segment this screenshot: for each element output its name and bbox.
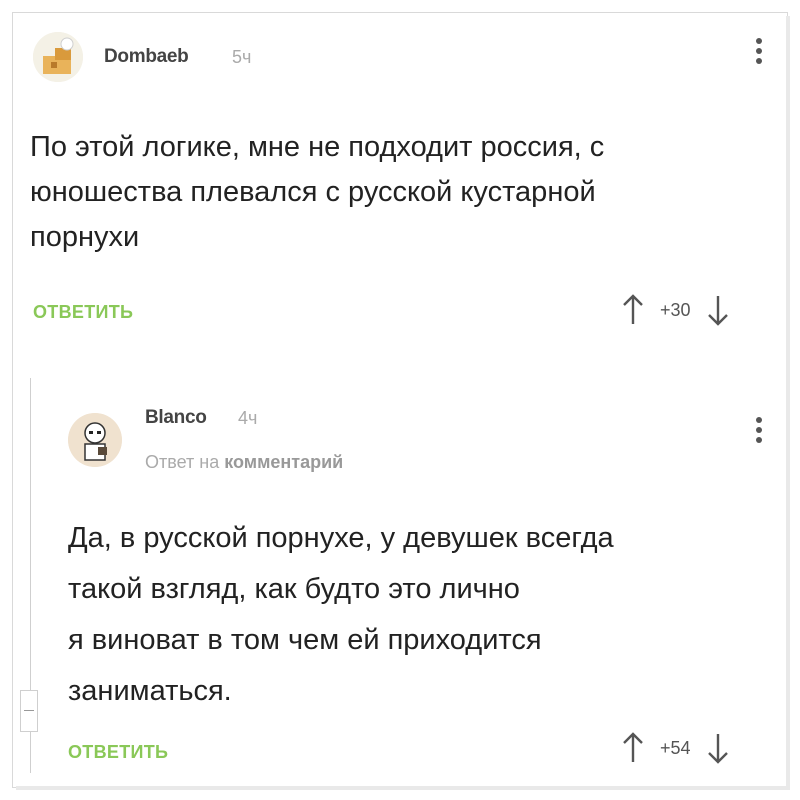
more-options-icon[interactable] — [756, 38, 764, 68]
comment-line: порнухи — [30, 221, 140, 253]
avatar[interactable] — [33, 32, 83, 82]
comment-author[interactable]: Blanco — [145, 407, 207, 429]
comment-time: 5ч — [232, 47, 252, 67]
downvote-arrow-icon[interactable] — [707, 732, 729, 764]
comment-line: такой взгляд, как будто это лично — [68, 573, 520, 605]
score: +54 — [660, 737, 691, 758]
comment-body: Да, в русской порнухе, у девушек всегда … — [68, 513, 778, 717]
collapse-thread-button[interactable] — [20, 690, 38, 732]
comment-author[interactable]: Dombaeb — [104, 46, 189, 68]
card-shadow-bottom — [16, 786, 790, 790]
score: +30 — [660, 299, 691, 320]
reply-button[interactable]: ОТВЕТИТЬ — [68, 742, 168, 763]
reply-to-link[interactable]: комментарий — [224, 452, 343, 472]
reply-to-label: Ответ на комментарий — [145, 452, 343, 473]
comment-line: По этой логике, мне не подходит россия, … — [30, 131, 605, 163]
card-shadow-right — [786, 16, 790, 790]
downvote-arrow-icon[interactable] — [707, 294, 729, 326]
more-options-icon[interactable] — [756, 417, 764, 447]
comment-line: юношества плевался с русской кустарной — [30, 176, 596, 208]
comment-line: я виноват в том чем ей приходится — [68, 624, 542, 656]
vote-controls: +54 — [622, 732, 729, 764]
avatar[interactable] — [68, 413, 122, 467]
upvote-arrow-icon[interactable] — [622, 732, 644, 764]
comment-line: Да, в русской порнухе, у девушек всегда — [68, 522, 614, 554]
comment-body: По этой логике, мне не подходит россия, … — [30, 125, 770, 260]
reply-button[interactable]: ОТВЕТИТЬ — [33, 302, 133, 323]
comment-line: заниматься. — [68, 675, 232, 707]
vote-controls: +30 — [622, 294, 729, 326]
reply-to-prefix: Ответ на — [145, 452, 220, 472]
comment-time: 4ч — [238, 408, 258, 428]
upvote-arrow-icon[interactable] — [622, 294, 644, 326]
